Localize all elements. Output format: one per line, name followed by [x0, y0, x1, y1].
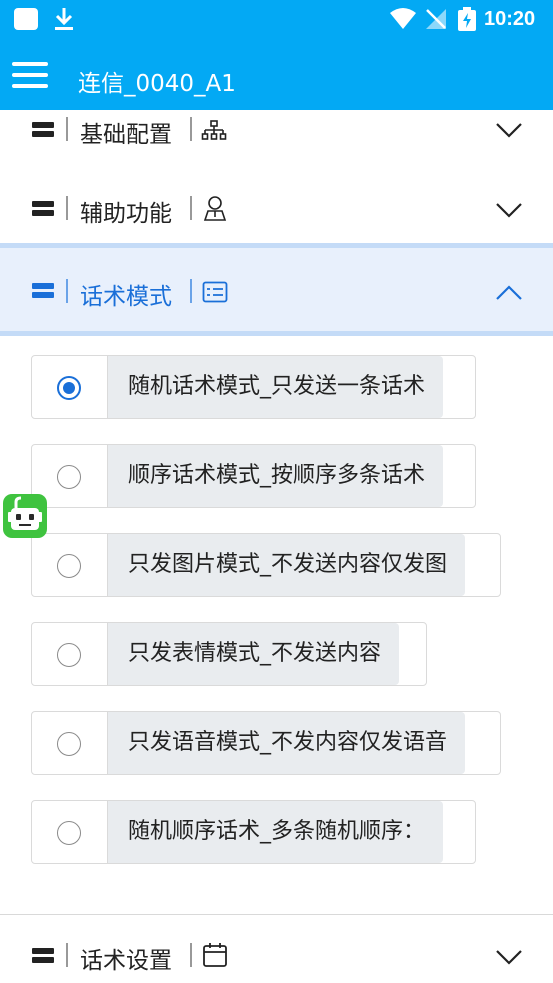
- status-bar: 10:20: [0, 0, 553, 38]
- app-notification-icon: [14, 8, 38, 30]
- download-icon: [55, 8, 73, 30]
- section-label: 话术模式: [80, 284, 172, 310]
- user-icon: [203, 196, 227, 221]
- robot-icon: [8, 496, 42, 530]
- drag-handle-icon[interactable]: [32, 122, 54, 137]
- section-label: 话术设置: [80, 948, 172, 974]
- calendar-icon: [203, 943, 227, 967]
- radio-button[interactable]: [57, 732, 81, 756]
- option-label: 只发表情模式_不发送内容: [107, 623, 400, 685]
- option-label: 只发语音模式_不发内容仅发语音: [107, 712, 466, 774]
- status-time: 10:20: [484, 8, 536, 30]
- section-label: 基础配置: [80, 122, 172, 148]
- section-script-settings[interactable]: 话术设置: [0, 925, 553, 983]
- radio-button[interactable]: [57, 643, 81, 667]
- radio-button-selected[interactable]: [57, 376, 81, 400]
- section-assist-functions[interactable]: 辅助功能: [0, 180, 553, 240]
- option-label: 随机话术模式_只发送一条话术: [107, 356, 444, 418]
- sitemap-icon: [201, 120, 227, 140]
- radio-button[interactable]: [57, 821, 81, 845]
- wifi-icon: [390, 8, 416, 29]
- mode-option-stickers-only[interactable]: 只发表情模式_不发送内容: [31, 622, 427, 686]
- id-card-icon: [202, 281, 228, 303]
- battery-charging-icon: [458, 7, 476, 31]
- option-label: 只发图片模式_不发送内容仅发图: [107, 534, 466, 596]
- chevron-down-icon[interactable]: [495, 122, 523, 138]
- section-basic-config[interactable]: 基础配置: [0, 110, 553, 150]
- no-signal-icon: [426, 9, 446, 29]
- page-title: 连信_0040_A1: [78, 71, 236, 97]
- app-bar: 连信_0040_A1: [0, 38, 553, 110]
- radio-button[interactable]: [57, 465, 81, 489]
- menu-button[interactable]: [12, 60, 50, 90]
- floating-robot-button[interactable]: [3, 494, 47, 538]
- mode-option-random-single[interactable]: 随机话术模式_只发送一条话术: [31, 355, 476, 419]
- chevron-down-icon[interactable]: [495, 949, 523, 965]
- drag-handle-icon[interactable]: [32, 948, 54, 963]
- section-label: 辅助功能: [80, 201, 172, 227]
- drag-handle-icon[interactable]: [32, 283, 54, 298]
- mode-option-random-order[interactable]: 随机顺序话术_多条随机顺序：: [31, 800, 476, 864]
- mode-option-images-only[interactable]: 只发图片模式_不发送内容仅发图: [31, 533, 501, 597]
- section-script-mode[interactable]: 话术模式: [0, 243, 553, 336]
- chevron-up-icon[interactable]: [495, 285, 523, 301]
- mode-option-voice-only[interactable]: 只发语音模式_不发内容仅发语音: [31, 711, 501, 775]
- divider: [0, 914, 553, 915]
- mode-option-sequential[interactable]: 顺序话术模式_按顺序多条话术: [31, 444, 476, 508]
- option-label: 随机顺序话术_多条随机顺序：: [107, 801, 444, 863]
- radio-button[interactable]: [57, 554, 81, 578]
- chevron-down-icon[interactable]: [495, 202, 523, 218]
- option-label: 顺序话术模式_按顺序多条话术: [107, 445, 444, 507]
- drag-handle-icon[interactable]: [32, 201, 54, 216]
